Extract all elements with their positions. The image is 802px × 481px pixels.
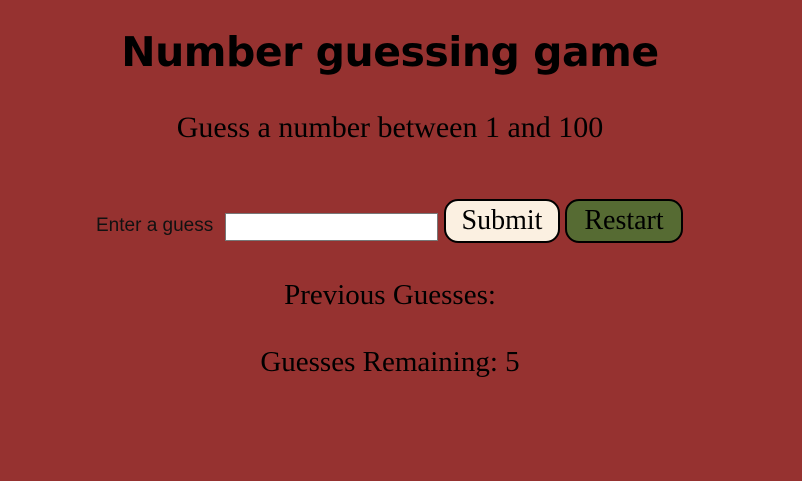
previous-guesses-label: Previous Guesses: bbox=[284, 279, 496, 311]
restart-button[interactable]: Restart bbox=[565, 199, 683, 243]
guesses-remaining-label: Guesses Remaining: bbox=[260, 346, 498, 378]
guess-input[interactable] bbox=[225, 213, 438, 241]
previous-guesses: Previous Guesses: bbox=[0, 278, 780, 312]
guess-label: Enter a guess bbox=[96, 215, 214, 236]
guesses-remaining: Guesses Remaining: 5 bbox=[0, 345, 780, 379]
guesses-remaining-count: 5 bbox=[505, 346, 520, 378]
submit-button[interactable]: Submit bbox=[444, 199, 560, 243]
game-page: { "game": { "title": "Number guessing ga… bbox=[0, 0, 802, 481]
guess-form: Enter a guess Submit Restart bbox=[0, 0, 802, 481]
